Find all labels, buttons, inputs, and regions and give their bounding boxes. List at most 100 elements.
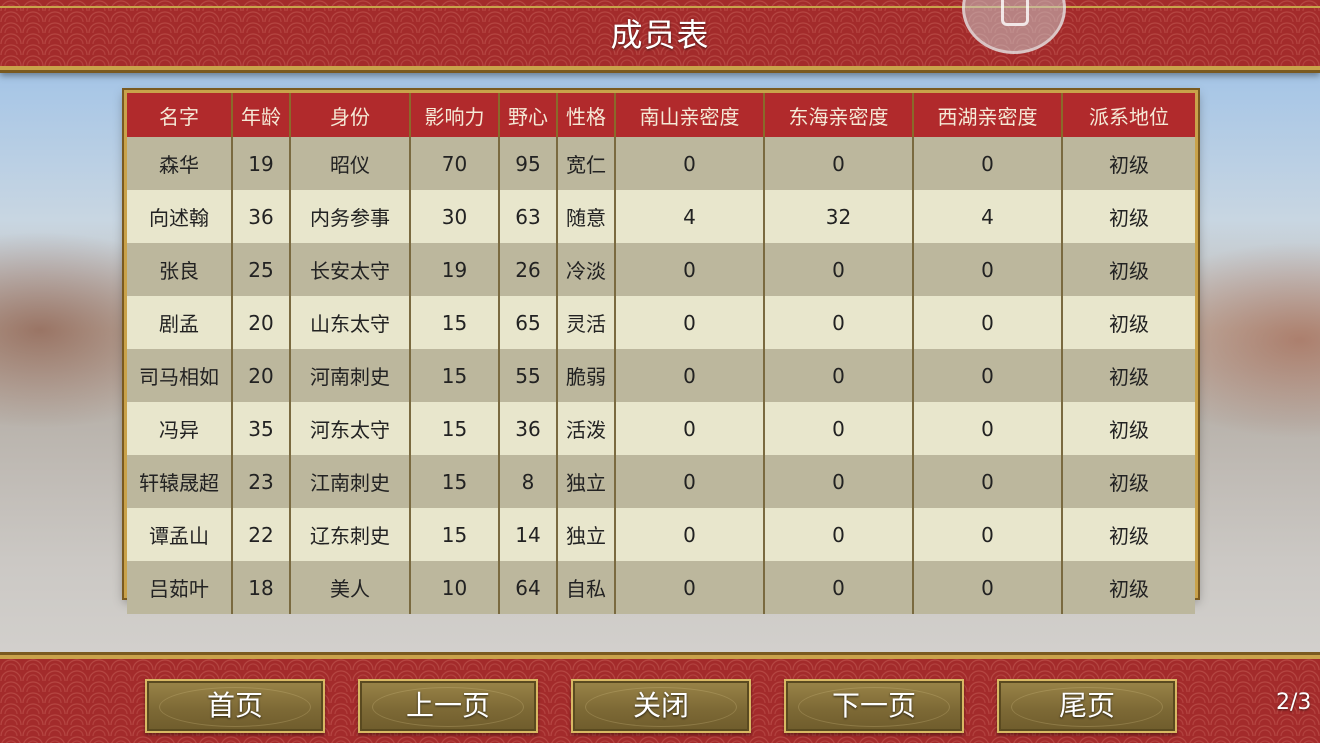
table-cell: 19 — [232, 137, 291, 190]
table-cell: 灵活 — [557, 296, 616, 349]
table-cell: 森华 — [127, 137, 233, 190]
column-header: 南山亲密度 — [615, 93, 765, 137]
page-title: 成员表 — [610, 16, 710, 54]
column-header: 年龄 — [232, 93, 291, 137]
table-cell: 0 — [913, 296, 1063, 349]
table-cell: 轩辕晟超 — [127, 455, 233, 508]
table-cell: 15 — [410, 455, 500, 508]
column-header: 影响力 — [410, 93, 500, 137]
table-body: 森华 19 昭仪 70 95 宽仁 0 0 0 初级 向述翰 36 内务参事 30 63 随意 4 32 4 初级 张良… — [127, 137, 1195, 614]
table-cell: 0 — [764, 561, 914, 614]
column-header: 野心 — [499, 93, 558, 137]
table-cell: 0 — [615, 296, 765, 349]
table-cell: 初级 — [1062, 402, 1195, 455]
table-cell: 初级 — [1062, 455, 1195, 508]
table-cell: 谭孟山 — [127, 508, 233, 561]
prev-page-button[interactable]: 上一页 — [358, 679, 538, 733]
table-cell: 长安太守 — [290, 243, 411, 296]
table-cell: 70 — [410, 137, 500, 190]
table-cell: 0 — [913, 455, 1063, 508]
table-cell: 0 — [764, 455, 914, 508]
table-cell: 20 — [232, 296, 291, 349]
table-cell: 23 — [232, 455, 291, 508]
table-cell: 初级 — [1062, 296, 1195, 349]
table-cell: 0 — [764, 137, 914, 190]
table-row[interactable]: 谭孟山 22 辽东刺史 15 14 独立 0 0 0 初级 — [127, 508, 1195, 561]
table-cell: 35 — [232, 402, 291, 455]
table-cell: 19 — [410, 243, 500, 296]
table-cell: 63 — [499, 190, 558, 243]
table-cell: 初级 — [1062, 137, 1195, 190]
table-cell: 自私 — [557, 561, 616, 614]
prev-page-label: 上一页 — [405, 689, 490, 722]
table-row[interactable]: 剧孟 20 山东太守 15 65 灵活 0 0 0 初级 — [127, 296, 1195, 349]
column-header: 东海亲密度 — [764, 93, 914, 137]
table-cell: 司马相如 — [127, 349, 233, 402]
next-page-button[interactable]: 下一页 — [784, 679, 964, 733]
table-cell: 随意 — [557, 190, 616, 243]
table-cell: 宽仁 — [557, 137, 616, 190]
table-cell: 内务参事 — [290, 190, 411, 243]
table-cell: 25 — [232, 243, 291, 296]
table-header-row: 名字 年龄 身份 影响力 野心 性格 南山亲密度 东海亲密度 西湖亲密度 派系地位 — [127, 93, 1195, 137]
table-cell: 0 — [913, 508, 1063, 561]
table-cell: 55 — [499, 349, 558, 402]
table-cell: 剧孟 — [127, 296, 233, 349]
column-header: 身份 — [290, 93, 411, 137]
table-cell: 初级 — [1062, 243, 1195, 296]
table-cell: 河东太守 — [290, 402, 411, 455]
table-row[interactable]: 向述翰 36 内务参事 30 63 随意 4 32 4 初级 — [127, 190, 1195, 243]
table-cell: 20 — [232, 349, 291, 402]
table-cell: 0 — [764, 243, 914, 296]
page-indicator: 2/3 — [1276, 690, 1312, 715]
table-cell: 向述翰 — [127, 190, 233, 243]
table-cell: 8 — [499, 455, 558, 508]
table-row[interactable]: 吕茹叶 18 美人 10 64 自私 0 0 0 初级 — [127, 561, 1195, 614]
first-page-button[interactable]: 首页 — [145, 679, 325, 733]
table-cell: 初级 — [1062, 349, 1195, 402]
table-cell: 独立 — [557, 455, 616, 508]
table-cell: 18 — [232, 561, 291, 614]
table-cell: 64 — [499, 561, 558, 614]
table-cell: 0 — [764, 402, 914, 455]
column-header: 西湖亲密度 — [913, 93, 1063, 137]
table-row[interactable]: 冯异 35 河东太守 15 36 活泼 0 0 0 初级 — [127, 402, 1195, 455]
table-cell: 吕茹叶 — [127, 561, 233, 614]
table-cell: 江南刺史 — [290, 455, 411, 508]
table-cell: 30 — [410, 190, 500, 243]
table-cell: 0 — [913, 561, 1063, 614]
table-cell: 脆弱 — [557, 349, 616, 402]
column-header: 性格 — [557, 93, 616, 137]
table-row[interactable]: 张良 25 长安太守 19 26 冷淡 0 0 0 初级 — [127, 243, 1195, 296]
table-cell: 河南刺史 — [290, 349, 411, 402]
table-cell: 0 — [764, 349, 914, 402]
table-cell: 0 — [615, 508, 765, 561]
column-header: 派系地位 — [1062, 93, 1195, 137]
table-cell: 36 — [232, 190, 291, 243]
table-cell: 15 — [410, 349, 500, 402]
table-cell: 辽东刺史 — [290, 508, 411, 561]
table-cell: 0 — [913, 243, 1063, 296]
close-button[interactable]: 关闭 — [571, 679, 751, 733]
close-label: 关闭 — [632, 689, 689, 722]
table-cell: 4 — [615, 190, 765, 243]
table-cell: 张良 — [127, 243, 233, 296]
table-cell: 0 — [913, 402, 1063, 455]
next-page-label: 下一页 — [831, 689, 916, 722]
table-cell: 独立 — [557, 508, 616, 561]
table-row[interactable]: 司马相如 20 河南刺史 15 55 脆弱 0 0 0 初级 — [127, 349, 1195, 402]
table-cell: 活泼 — [557, 402, 616, 455]
last-page-button[interactable]: 尾页 — [997, 679, 1177, 733]
table-cell: 0 — [615, 561, 765, 614]
table-row[interactable]: 轩辕晟超 23 江南刺史 15 8 独立 0 0 0 初级 — [127, 455, 1195, 508]
table-cell: 昭仪 — [290, 137, 411, 190]
column-header: 名字 — [127, 93, 233, 137]
table-cell: 14 — [499, 508, 558, 561]
table-cell: 初级 — [1062, 190, 1195, 243]
table-cell: 0 — [615, 402, 765, 455]
table-row[interactable]: 森华 19 昭仪 70 95 宽仁 0 0 0 初级 — [127, 137, 1195, 190]
table-cell: 15 — [410, 508, 500, 561]
table-cell: 15 — [410, 402, 500, 455]
table-cell: 26 — [499, 243, 558, 296]
table-cell: 初级 — [1062, 508, 1195, 561]
